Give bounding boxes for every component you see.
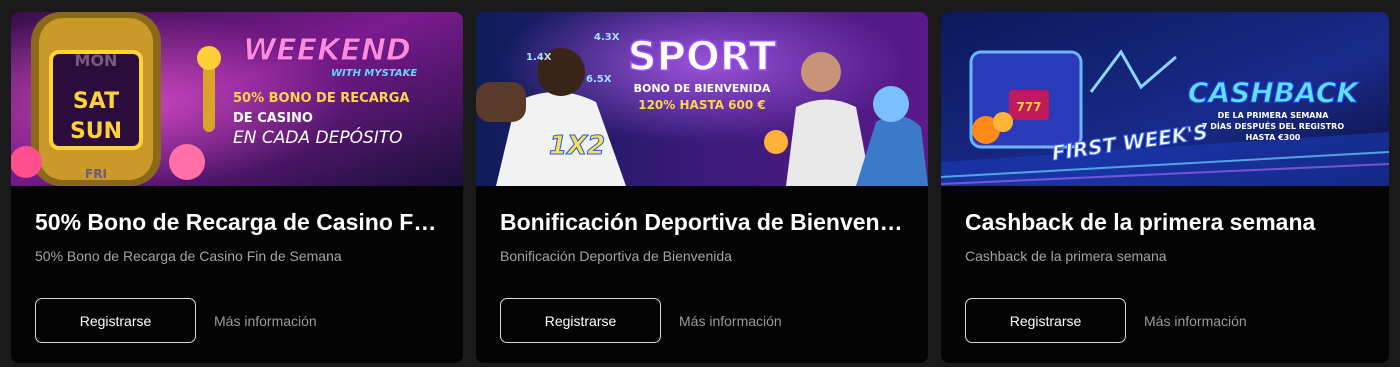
promo-subtitle: Bonificación Deportiva de Bienvenida <box>500 248 732 264</box>
banner-line-2: DE CASINO <box>233 111 313 126</box>
more-info-link[interactable]: Más información <box>679 313 782 329</box>
banner-line-2: 7 DÍAS DESPUÉS DEL REGISTRO <box>1202 120 1344 131</box>
more-info-link[interactable]: Más información <box>1144 313 1247 329</box>
sport-banner-art: 1X2 1.4X 4.3X 6.5X SPORT BONO DE BIENVEN… <box>476 12 928 186</box>
promo-card-weekend: MON SAT SUN FRI WEEKEND WITH MYSTAKE 50%… <box>11 12 463 363</box>
register-button[interactable]: Registrarse <box>965 298 1126 343</box>
odds-label-1: 1.4X <box>526 52 552 63</box>
slot-label: 777 <box>1016 100 1041 114</box>
register-button[interactable]: Registrarse <box>35 298 196 343</box>
register-button[interactable]: Registrarse <box>500 298 661 343</box>
banner-headline: SPORT <box>628 34 777 80</box>
slot-main-label-1: SAT <box>73 89 119 114</box>
banner-headline: WEEKEND <box>243 33 411 68</box>
promo-card-sport: 1X2 1.4X 4.3X 6.5X SPORT BONO DE BIENVEN… <box>476 12 928 363</box>
weekend-banner-art: MON SAT SUN FRI WEEKEND WITH MYSTAKE 50%… <box>11 12 463 186</box>
banner-headline: CASHBACK <box>1188 76 1361 109</box>
odds-label-3: 6.5X <box>586 74 612 85</box>
odds-label-2: 4.3X <box>594 32 620 43</box>
promo-cards: MON SAT SUN FRI WEEKEND WITH MYSTAKE 50%… <box>11 12 1389 363</box>
promo-title: Cashback de la primera semana <box>965 209 1316 235</box>
banner-line-1: 50% BONO DE RECARGA <box>233 91 410 106</box>
slot-main-label-2: SUN <box>70 119 122 144</box>
promo-banner-weekend[interactable]: MON SAT SUN FRI WEEKEND WITH MYSTAKE 50%… <box>11 12 463 186</box>
promo-subtitle: Cashback de la primera semana <box>965 248 1167 264</box>
banner-line-3: HASTA €300 <box>1246 133 1301 142</box>
promo-subtitle: 50% Bono de Recarga de Casino Fin de Sem… <box>35 248 342 264</box>
slot-top-label: MON <box>75 51 118 70</box>
cashback-banner-art: 777 FIRST WEEK'S CASHBACK DE LA PRIMERA … <box>941 12 1389 186</box>
promo-card-cashback: 777 FIRST WEEK'S CASHBACK DE LA PRIMERA … <box>941 12 1389 363</box>
sport-badge: 1X2 <box>549 131 605 161</box>
promo-title: Bonificación Deportiva de Bienvenida <box>500 209 904 235</box>
promo-banner-sport[interactable]: 1X2 1.4X 4.3X 6.5X SPORT BONO DE BIENVEN… <box>476 12 928 186</box>
banner-tagline: WITH MYSTAKE <box>331 68 417 79</box>
banner-line-3: EN CADA DEPÓSITO <box>233 126 403 148</box>
banner-line-2: 120% HASTA 600 € <box>638 98 766 112</box>
slot-bottom-label: FRI <box>85 167 107 181</box>
banner-line-1: DE LA PRIMERA SEMANA <box>1218 111 1330 120</box>
promo-title: 50% Bono de Recarga de Casino Fin de Sem… <box>35 209 439 235</box>
more-info-link[interactable]: Más información <box>214 313 317 329</box>
banner-line-1: BONO DE BIENVENIDA <box>634 82 771 95</box>
promo-banner-cashback[interactable]: 777 FIRST WEEK'S CASHBACK DE LA PRIMERA … <box>941 12 1389 186</box>
